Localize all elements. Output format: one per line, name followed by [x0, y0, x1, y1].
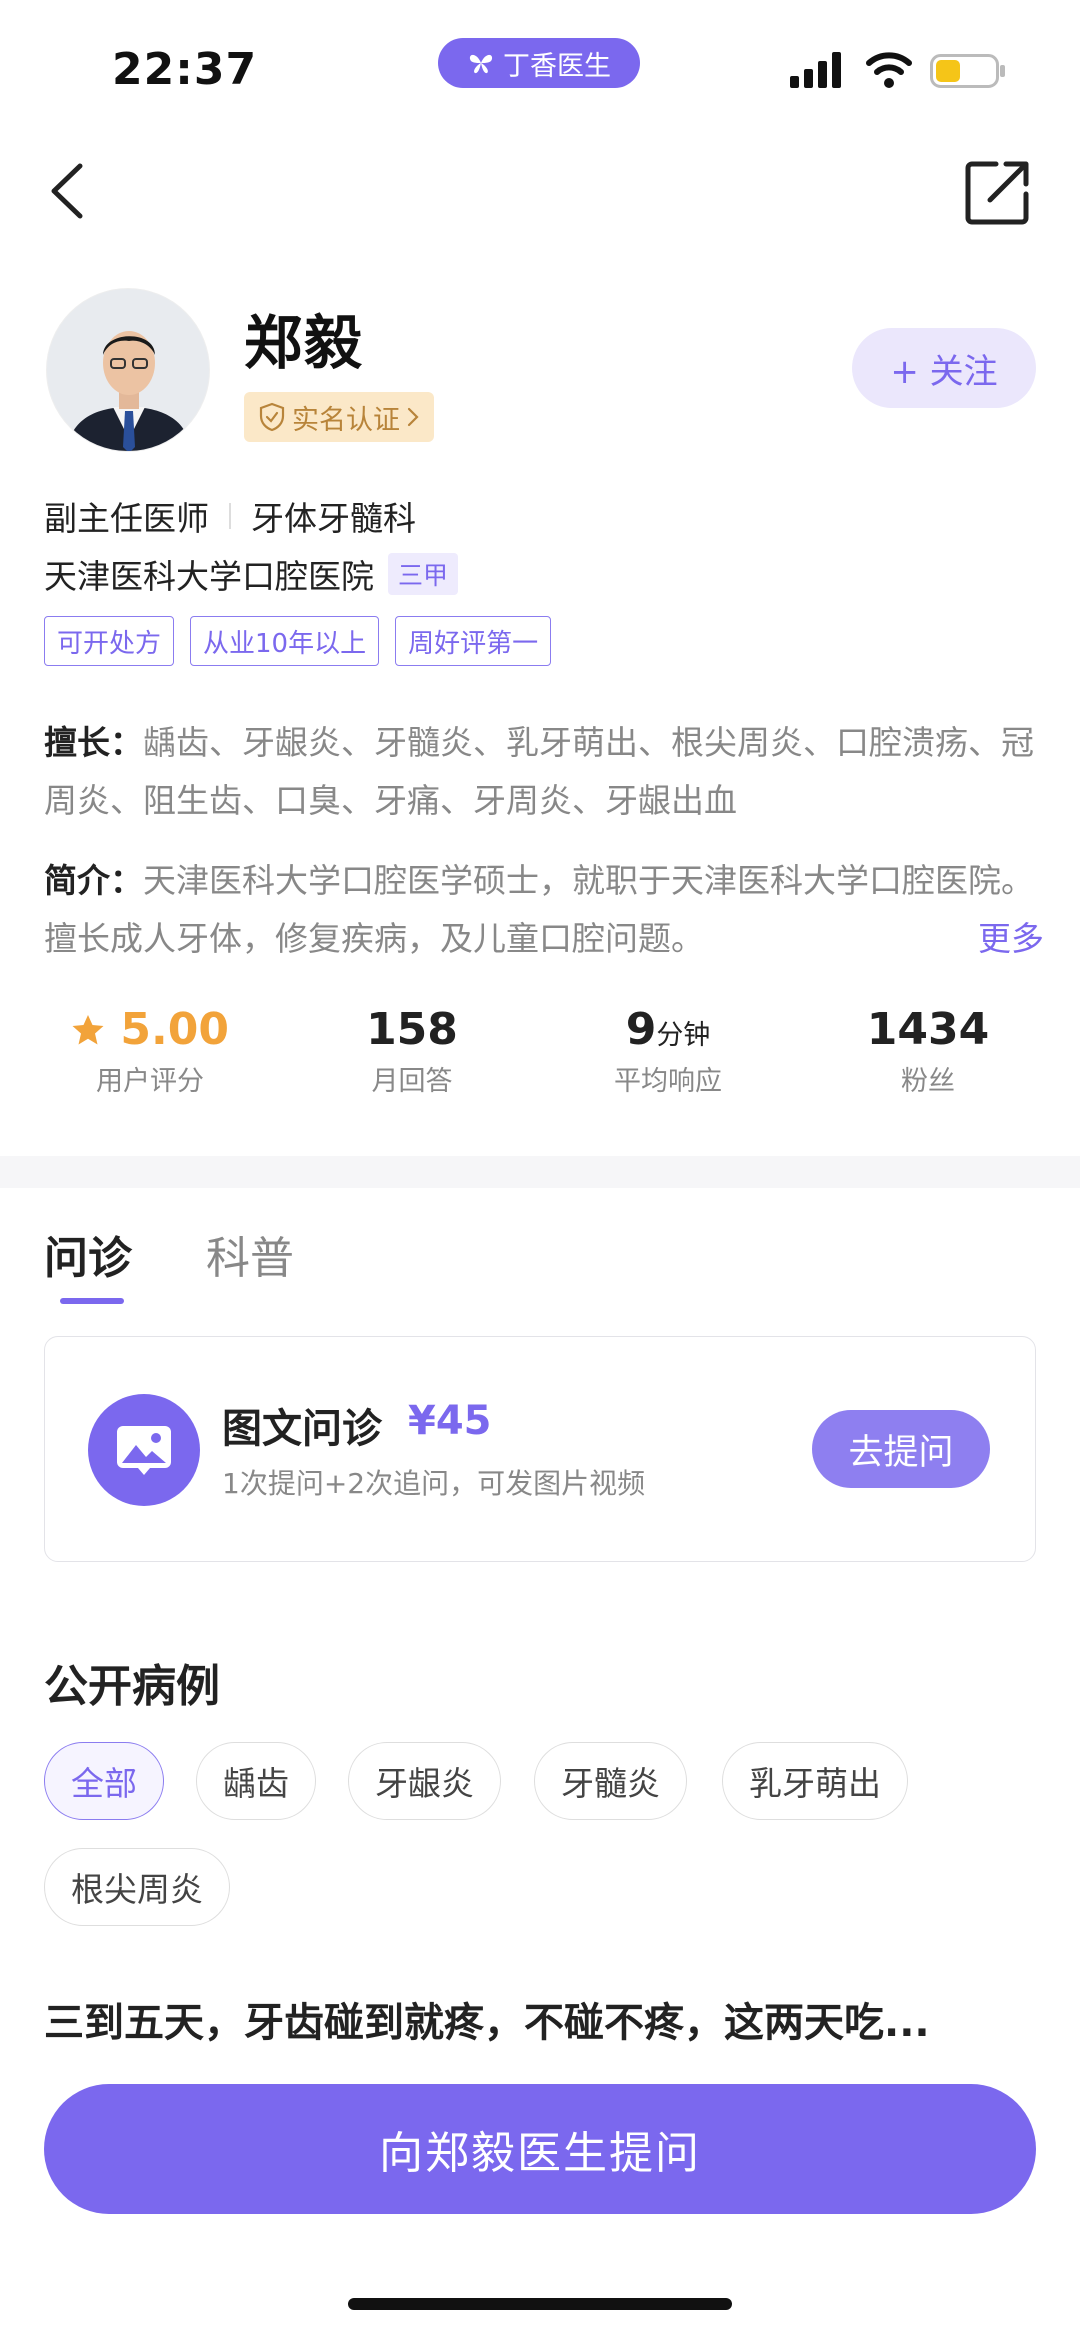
verify-badge[interactable]: 实名认证 [244, 392, 434, 442]
stat-rating: 5.00 用户评分 [50, 1004, 250, 1098]
monthly-answers-value: 158 [366, 1004, 458, 1055]
filter-periapical[interactable]: 根尖周炎 [44, 1848, 230, 1926]
intro-text: 天津医科大学口腔医学硕士，就职于天津医科大学口腔医院。擅长成人牙体，修复疾病，及… [44, 861, 1034, 958]
doctor-name: 郑毅 [244, 309, 365, 377]
rating-value: 5.00 [120, 1004, 229, 1055]
battery-icon [930, 54, 1005, 88]
rating-label: 用户评分 [96, 1066, 204, 1097]
chevron-right-icon [407, 407, 419, 427]
doctor-title: 副主任医师 [44, 499, 209, 538]
wifi-icon [866, 52, 912, 88]
home-indicator [348, 2298, 732, 2310]
hospital-line: 天津医科大学口腔医院 三甲 [44, 550, 459, 598]
monthly-answers-label: 月回答 [371, 1066, 453, 1097]
intro-label: 简介： [44, 861, 143, 900]
separator [229, 503, 231, 529]
doctor-department: 牙体牙髓科 [251, 499, 416, 538]
go-ask-button[interactable]: 去提问 [812, 1410, 990, 1488]
case-item-title[interactable]: 三到五天，牙齿碰到就疼，不碰不疼，这两天吃... [44, 1990, 1024, 2048]
stat-response: 9分钟 平均响应 [568, 1004, 768, 1098]
filter-teething[interactable]: 乳牙萌出 [722, 1742, 908, 1820]
follow-button[interactable]: + 关注 [852, 328, 1036, 408]
brand-label: 丁香医生 [503, 50, 611, 82]
verify-label: 实名认证 [292, 404, 400, 436]
filter-pulpitis[interactable]: 牙髓炎 [534, 1742, 687, 1820]
consult-price: ¥45 [408, 1398, 492, 1444]
filter-caries[interactable]: 龋齿 [196, 1742, 316, 1820]
doctor-avatar[interactable] [46, 288, 210, 452]
response-label: 平均响应 [614, 1066, 722, 1097]
status-time: 22:37 [112, 44, 258, 95]
intro-block: 简介：天津医科大学口腔医学硕士，就职于天津医科大学口腔医院。擅长成人牙体，修复疾… [44, 852, 1044, 968]
fans-label: 粉丝 [901, 1066, 955, 1097]
tag-experience: 从业10年以上 [190, 616, 380, 666]
star-icon [72, 1015, 104, 1045]
cases-title: 公开病例 [44, 1661, 220, 1712]
filter-all[interactable]: 全部 [44, 1742, 164, 1820]
tag-prescription: 可开处方 [44, 616, 175, 666]
doctor-tags: 可开处方 从业10年以上 周好评第一 [44, 616, 552, 666]
specialty-label: 擅长： [44, 723, 143, 762]
tab-science[interactable]: 科普 [206, 1222, 294, 1286]
filter-gingivitis[interactable]: 牙龈炎 [348, 1742, 501, 1820]
butterfly-icon [469, 54, 493, 74]
fans-value: 1434 [866, 1004, 990, 1055]
specialty-block: 擅长：龋齿、牙龈炎、牙髓炎、乳牙萌出、根尖周炎、口腔溃疡、冠周炎、阻生齿、口臭、… [44, 714, 1044, 830]
stat-fans: 1434 粉丝 [828, 1004, 1028, 1098]
ask-doctor-button[interactable]: 向郑毅医生提问 [44, 2084, 1036, 2214]
section-divider [0, 1156, 1080, 1188]
consult-title: 图文问诊 [222, 1406, 382, 1452]
doctor-title-line: 副主任医师 牙体牙髓科 [44, 492, 416, 540]
shield-icon [259, 402, 285, 432]
hospital-name[interactable]: 天津医科大学口腔医院 [44, 550, 374, 598]
stat-monthly-answers: 158 月回答 [312, 1004, 512, 1098]
tab-consult[interactable]: 问诊 [44, 1222, 132, 1286]
tab-active-indicator [60, 1298, 124, 1304]
tag-top-rated: 周好评第一 [395, 616, 552, 666]
share-icon[interactable] [962, 156, 1034, 228]
signal-icon [790, 52, 841, 88]
brand-pill[interactable]: 丁香医生 [438, 38, 640, 88]
consult-desc: 1次提问+2次追问，可发图片视频 [222, 1467, 646, 1500]
response-unit: 分钟 [656, 1020, 711, 1051]
image-icon [88, 1394, 200, 1506]
hospital-grade-badge: 三甲 [388, 553, 459, 595]
back-button[interactable] [40, 158, 100, 224]
response-value: 9 [625, 1004, 657, 1055]
intro-more-link[interactable]: 更多 [978, 910, 1044, 968]
specialty-text: 龋齿、牙龈炎、牙髓炎、乳牙萌出、根尖周炎、口腔溃疡、冠周炎、阻生齿、口臭、牙痛、… [44, 723, 1034, 820]
